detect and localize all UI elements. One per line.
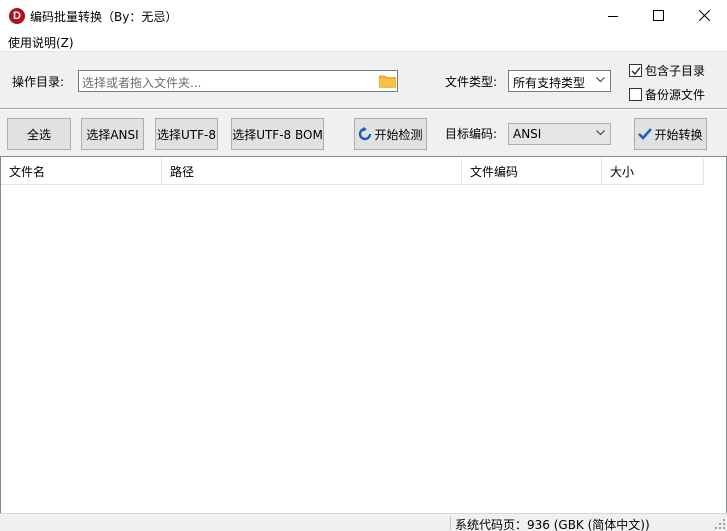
start-detect-button[interactable]: 开始检测 <box>354 118 427 150</box>
include-subdirs-label: 包含子目录 <box>645 64 706 78</box>
select-utf8-button[interactable]: 选择UTF-8 <box>155 118 218 150</box>
backup-source-label: 备份源文件 <box>645 88 706 102</box>
checkbox-box <box>629 88 642 101</box>
file-list-header: 文件名 路径 文件编码 大小 <box>1 158 704 185</box>
close-button[interactable] <box>681 0 727 31</box>
column-header-size[interactable]: 大小 <box>602 158 704 185</box>
app-icon: D <box>9 8 25 24</box>
column-header-filename[interactable]: 文件名 <box>1 158 162 185</box>
filetype-select[interactable]: 所有支持类型 <box>508 70 611 92</box>
window-title: 编码批量转换（By：无忌） <box>30 10 178 24</box>
resize-grip-icon[interactable] <box>715 519 725 529</box>
codepage-status: 系统代码页：936 (GBK (简体中文)) <box>455 518 650 531</box>
select-utf8bom-button[interactable]: 选择UTF-8 BOM <box>231 118 324 150</box>
start-detect-label: 开始检测 <box>374 127 423 142</box>
refresh-icon <box>359 127 372 141</box>
target-encoding-select[interactable]: ANSI <box>508 123 611 145</box>
select-ansi-button[interactable]: 选择ANSI <box>81 118 144 150</box>
select-all-button[interactable]: 全选 <box>7 118 71 150</box>
menu-item-help[interactable]: 使用说明(Z) <box>8 34 74 51</box>
filetype-label: 文件类型: <box>445 75 498 89</box>
title-bar: D 编码批量转换（By：无忌） <box>0 0 727 31</box>
panel-separator <box>0 108 727 110</box>
status-bar: 系统代码页：936 (GBK (简体中文)) <box>0 513 727 531</box>
directory-input[interactable]: 选择或者拖入文件夹... <box>78 70 398 92</box>
minimize-button[interactable] <box>590 0 636 31</box>
directory-label: 操作目录: <box>12 75 65 89</box>
maximize-button[interactable] <box>635 0 681 31</box>
filetype-select-value: 所有支持类型 <box>513 76 586 90</box>
start-convert-button[interactable]: 开始转换 <box>634 118 707 150</box>
maximize-icon <box>652 10 664 21</box>
close-icon <box>698 10 710 21</box>
list-border <box>0 156 727 157</box>
backup-source-checkbox[interactable]: 备份源文件 <box>629 86 705 103</box>
column-header-path[interactable]: 路径 <box>162 158 462 185</box>
check-icon <box>631 67 641 76</box>
target-encoding-value: ANSI <box>513 127 542 141</box>
status-divider <box>450 516 451 530</box>
target-encoding-label: 目标编码: <box>445 127 498 141</box>
checkbox-box <box>629 64 642 77</box>
chevron-down-icon <box>596 130 605 136</box>
chevron-down-icon <box>596 77 605 83</box>
include-subdirs-checkbox[interactable]: 包含子目录 <box>629 62 705 79</box>
folder-icon[interactable] <box>379 74 396 88</box>
menu-bar: 使用说明(Z) <box>0 31 727 51</box>
check-icon <box>638 128 653 140</box>
column-header-encoding[interactable]: 文件编码 <box>462 158 602 185</box>
minimize-icon <box>608 15 618 17</box>
file-list[interactable]: 文件名 路径 文件编码 大小 <box>1 158 726 512</box>
start-convert-label: 开始转换 <box>654 127 703 142</box>
